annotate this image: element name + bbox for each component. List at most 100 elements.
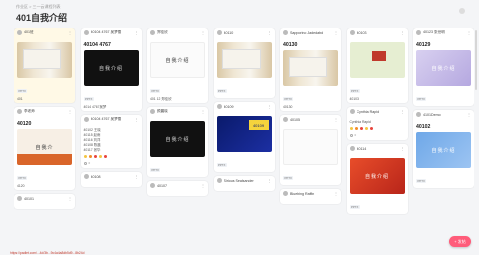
attachment-thumbnail[interactable]: 自我介绍	[416, 132, 471, 168]
reaction-icon[interactable]	[364, 126, 369, 131]
more-icon[interactable]: ⋮	[68, 109, 72, 114]
avatar[interactable]	[416, 30, 421, 35]
avatar[interactable]	[17, 196, 22, 201]
author-name: 40107	[157, 183, 167, 188]
avatar[interactable]	[17, 30, 22, 35]
attachment-thumbnail[interactable]	[349, 42, 405, 78]
post-title: 40120	[17, 121, 32, 127]
attachment-thumbnail[interactable]: 40109	[216, 116, 272, 152]
more-icon[interactable]: ⋮	[401, 146, 405, 151]
profile-icon[interactable]	[459, 8, 465, 14]
more-icon[interactable]: ⋮	[467, 30, 471, 35]
post-card[interactable]: 4101Demo⋮40102自我介绍PPTX0	[413, 110, 474, 188]
attachment-thumbnail[interactable]	[283, 50, 338, 86]
attachment-thumbnail[interactable]: 自我介绍	[150, 42, 205, 78]
reaction-icon[interactable]	[369, 126, 374, 131]
post-card[interactable]: 40104 4767 吴梦雪 ⋮ 40104 4767 自我介绍 PPTX 4014 47…	[80, 28, 142, 111]
attachment-thumbnail[interactable]: 自我介绍	[416, 50, 471, 86]
attachment-thumbnail[interactable]	[216, 42, 272, 78]
post-card[interactable]: 40108 ⋮	[80, 172, 142, 187]
avatar[interactable]	[349, 146, 355, 151]
avatar[interactable]	[283, 191, 288, 196]
comment-icon[interactable]	[83, 161, 87, 165]
more-icon[interactable]: ⋮	[201, 109, 205, 114]
more-icon[interactable]: ⋮	[135, 30, 139, 35]
avatar[interactable]	[216, 104, 222, 109]
avatar[interactable]	[83, 117, 89, 122]
post-card[interactable]: 40107 ⋮	[147, 181, 208, 196]
post-card[interactable]: 40123 张世明⋮40129自我介绍PPTX0	[413, 28, 474, 106]
post-card[interactable]: 401班⋮PPTX4010	[14, 28, 75, 103]
avatar[interactable]	[216, 30, 222, 35]
post-time	[214, 185, 275, 189]
attachment-thumbnail[interactable]: 自我介绍	[150, 121, 205, 157]
post-card[interactable]: Sirious Sealsander ⋮	[213, 176, 275, 191]
post-card[interactable]: Cynthia Rapid ⋮ Cynthia Rapid 0	[346, 107, 408, 140]
avatar[interactable]	[83, 30, 89, 35]
post-card[interactable]: 40101 ⋮	[14, 194, 75, 209]
post-time	[147, 116, 208, 120]
reaction-icon[interactable]	[349, 126, 354, 131]
more-icon[interactable]: ⋮	[201, 30, 205, 35]
more-icon[interactable]: ⋮	[201, 183, 205, 188]
more-icon[interactable]: ⋮	[268, 178, 272, 183]
more-icon[interactable]: ⋮	[467, 112, 471, 117]
thumb-text: 自我介绍	[98, 65, 123, 72]
attachment-thumbnail[interactable]: 自我介绍	[83, 50, 139, 86]
more-icon[interactable]: ⋮	[334, 191, 338, 196]
avatar[interactable]	[150, 109, 155, 114]
reaction-icon[interactable]	[98, 154, 103, 159]
post-card[interactable]: Bluebing Raffin ⋮	[280, 189, 341, 204]
post-card[interactable]: 40110⋮PPTX0	[213, 28, 275, 98]
post-card[interactable]: Sapporino Jadedabd⋮40130PPTX401300	[280, 28, 341, 111]
attachment-thumbnail[interactable]: 自我介绍	[349, 158, 405, 194]
post-card[interactable]: 40103⋮PPTX401030	[346, 28, 408, 103]
reaction-icon[interactable]	[83, 154, 88, 159]
reactions	[413, 105, 474, 106]
add-post-button[interactable]: + 发帖	[449, 236, 471, 247]
avatar[interactable]	[150, 30, 155, 35]
post-card[interactable]: 40109⋮40109PPTX0	[213, 102, 275, 172]
reaction-icon[interactable]	[93, 154, 98, 159]
more-icon[interactable]: ⋮	[268, 104, 272, 109]
author-name: 郑佳欣	[157, 30, 168, 34]
more-icon[interactable]: ⋮	[135, 174, 139, 179]
reaction-icon[interactable]	[354, 126, 359, 131]
more-icon[interactable]: ⋮	[334, 117, 338, 122]
avatar[interactable]	[283, 30, 288, 35]
avatar[interactable]	[17, 109, 22, 114]
avatar[interactable]	[283, 117, 288, 122]
post-card[interactable]: 颜晨晓⋮自我介绍PPTX0	[147, 107, 208, 177]
post-card[interactable]: 李老师⋮40120自我介PPTX41200	[14, 107, 75, 190]
attachment-thumbnail[interactable]	[17, 42, 72, 78]
post-card[interactable]: 40114⋮自我介绍PPTX0	[346, 144, 408, 214]
attachment-thumbnail[interactable]: 自我介	[17, 129, 72, 165]
avatar[interactable]	[150, 183, 155, 188]
more-icon[interactable]: ⋮	[268, 30, 272, 35]
scrollbar[interactable]	[475, 30, 477, 90]
post-card[interactable]: 40105⋮PPTX0	[280, 115, 341, 185]
avatar[interactable]	[83, 174, 89, 179]
more-icon[interactable]: ⋮	[401, 109, 405, 114]
thumb-text: 自我介绍	[165, 136, 190, 143]
more-icon[interactable]: ⋮	[334, 30, 338, 35]
reaction-icon[interactable]	[103, 154, 108, 159]
more-icon[interactable]: ⋮	[135, 117, 139, 122]
more-icon[interactable]: ⋮	[401, 30, 405, 35]
reaction-icon[interactable]	[88, 154, 93, 159]
attachment-thumbnail[interactable]	[283, 129, 338, 165]
post-card[interactable]: 郑佳欣⋮自我介绍PPTX401 12 郑佳欣0	[147, 28, 208, 103]
breadcrumb[interactable]: 作业区 > 三一云课程列表	[16, 4, 61, 10]
avatar[interactable]	[349, 30, 355, 35]
card-header: 40123 张世明 ⋮	[413, 28, 474, 37]
card-header: 40104 4767 吴梦雪 ⋮	[81, 28, 142, 37]
avatar[interactable]	[216, 178, 222, 183]
more-icon[interactable]: ⋮	[68, 196, 72, 201]
post-card[interactable]: 40104 4767 吴梦雪 ⋮ 40102 王晓 40115 赵雨 40116 刘洋 4…	[80, 115, 142, 168]
reaction-icon[interactable]	[359, 126, 364, 131]
more-icon[interactable]: ⋮	[68, 30, 72, 35]
avatar[interactable]	[416, 112, 421, 117]
comment-icon[interactable]	[349, 133, 353, 137]
reactions	[14, 102, 75, 103]
avatar[interactable]	[349, 109, 355, 114]
